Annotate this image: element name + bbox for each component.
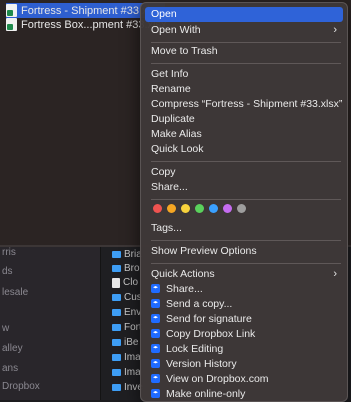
tag-yellow-icon[interactable]: [181, 204, 190, 213]
list-item[interactable]: Clo: [112, 276, 138, 289]
menu-item-show-preview-options[interactable]: Show Preview Options: [145, 244, 343, 259]
menu-item-label: Share...: [166, 283, 203, 295]
folder-icon: [112, 354, 121, 361]
dropbox-icon: [151, 329, 160, 338]
list-item[interactable]: iBe: [112, 336, 138, 349]
dropbox-icon: [151, 284, 160, 293]
menu-item-rename[interactable]: Rename: [145, 82, 343, 97]
list-item-label: Env: [124, 307, 142, 318]
sidebar-item[interactable]: alley: [2, 343, 23, 354]
list-item[interactable]: Bro: [112, 262, 140, 275]
menu-item-make-alias[interactable]: Make Alias: [145, 127, 343, 142]
menu-item-label: Send for signature: [166, 313, 252, 325]
menu-item-quick-actions[interactable]: Quick Actions ›: [145, 267, 343, 282]
excel-file-icon: [6, 4, 17, 17]
folder-icon: [112, 324, 121, 331]
list-item[interactable]: Env: [112, 306, 141, 319]
menu-item-label: Make online-only: [166, 388, 246, 400]
menu-separator: [151, 263, 341, 264]
tag-purple-icon[interactable]: [223, 204, 232, 213]
menu-item-view-on-dropbox[interactable]: View on Dropbox.com: [145, 372, 343, 387]
menu-item-open[interactable]: Open: [145, 7, 343, 22]
list-item-label: Ima: [124, 352, 141, 363]
dropbox-icon: [151, 299, 160, 308]
dropbox-icon: [151, 374, 160, 383]
menu-item-label: Open With: [151, 24, 201, 36]
list-item-label: Clo: [123, 277, 139, 288]
menu-separator: [151, 161, 341, 162]
dropbox-icon: [151, 314, 160, 323]
tag-red-icon[interactable]: [153, 204, 162, 213]
sidebar: rris ds lesale w alley ans Dropbox: [0, 247, 101, 400]
sidebar-item[interactable]: rris: [2, 247, 16, 258]
menu-item-get-info[interactable]: Get Info: [145, 67, 343, 82]
menu-item-send-a-copy[interactable]: Send a copy...: [145, 297, 343, 312]
list-item-label: Ima: [124, 367, 141, 378]
menu-item-label: Copy Dropbox Link: [166, 328, 256, 340]
list-item[interactable]: Ima: [112, 351, 141, 364]
menu-item-label: View on Dropbox.com: [166, 373, 269, 385]
menu-separator: [151, 240, 341, 241]
menu-item-share[interactable]: Share...: [145, 180, 343, 195]
menu-item-lock-editing[interactable]: Lock Editing: [145, 342, 343, 357]
sidebar-item-dropbox[interactable]: Dropbox: [2, 381, 40, 392]
dropbox-icon: [151, 359, 160, 368]
list-item[interactable]: Inve: [112, 381, 143, 394]
menu-item-copy-dropbox-link[interactable]: Copy Dropbox Link: [145, 327, 343, 342]
menu-separator: [151, 42, 341, 43]
document-icon: [112, 277, 120, 288]
list-item-label: Bro: [124, 263, 140, 274]
menu-item-dropbox-share[interactable]: Share...: [145, 282, 343, 297]
folder-icon: [112, 339, 121, 346]
menu-item-open-with[interactable]: Open With ›: [145, 23, 343, 38]
list-item[interactable]: Cus: [112, 291, 142, 304]
tag-orange-icon[interactable]: [167, 204, 176, 213]
folder-icon: [112, 309, 121, 316]
sidebar-item[interactable]: ans: [2, 363, 18, 374]
menu-item-label: Send a copy...: [166, 298, 233, 310]
menu-item-copy[interactable]: Copy: [145, 165, 343, 180]
chevron-right-icon: ›: [333, 268, 337, 280]
tag-color-row: [153, 204, 246, 213]
context-menu: Open Open With › Move to Trash Get Info …: [140, 2, 348, 402]
menu-item-quick-look[interactable]: Quick Look: [145, 142, 343, 157]
list-item[interactable]: Fort: [112, 321, 142, 334]
sidebar-item[interactable]: lesale: [2, 287, 28, 298]
list-item[interactable]: Bria: [112, 248, 142, 261]
menu-item-compress[interactable]: Compress “Fortress - Shipment #33.xlsx”: [145, 97, 343, 112]
menu-item-duplicate[interactable]: Duplicate: [145, 112, 343, 127]
menu-separator: [151, 63, 341, 64]
tag-gray-icon[interactable]: [237, 204, 246, 213]
folder-icon: [112, 369, 121, 376]
chevron-right-icon: ›: [333, 24, 337, 36]
menu-item-tags[interactable]: Tags...: [145, 221, 343, 236]
folder-icon: [112, 251, 121, 258]
menu-item-label: Version History: [166, 358, 237, 370]
folder-icon: [112, 294, 121, 301]
sidebar-item[interactable]: w: [2, 323, 9, 334]
menu-item-version-history[interactable]: Version History: [145, 357, 343, 372]
menu-separator: [151, 199, 341, 200]
tag-green-icon[interactable]: [195, 204, 204, 213]
menu-item-move-to-trash[interactable]: Move to Trash: [145, 44, 343, 59]
menu-item-label: Quick Actions: [151, 268, 215, 280]
list-item-label: iBe: [124, 337, 139, 348]
folder-icon: [112, 265, 121, 272]
sidebar-item[interactable]: ds: [2, 266, 13, 277]
excel-file-icon: [6, 18, 17, 31]
menu-item-label: Lock Editing: [166, 343, 224, 355]
menu-item-send-for-signature[interactable]: Send for signature: [145, 312, 343, 327]
folder-icon: [112, 384, 121, 391]
list-item[interactable]: Ima: [112, 366, 141, 379]
dropbox-icon: [151, 389, 160, 398]
dropbox-icon: [151, 344, 160, 353]
tag-blue-icon[interactable]: [209, 204, 218, 213]
